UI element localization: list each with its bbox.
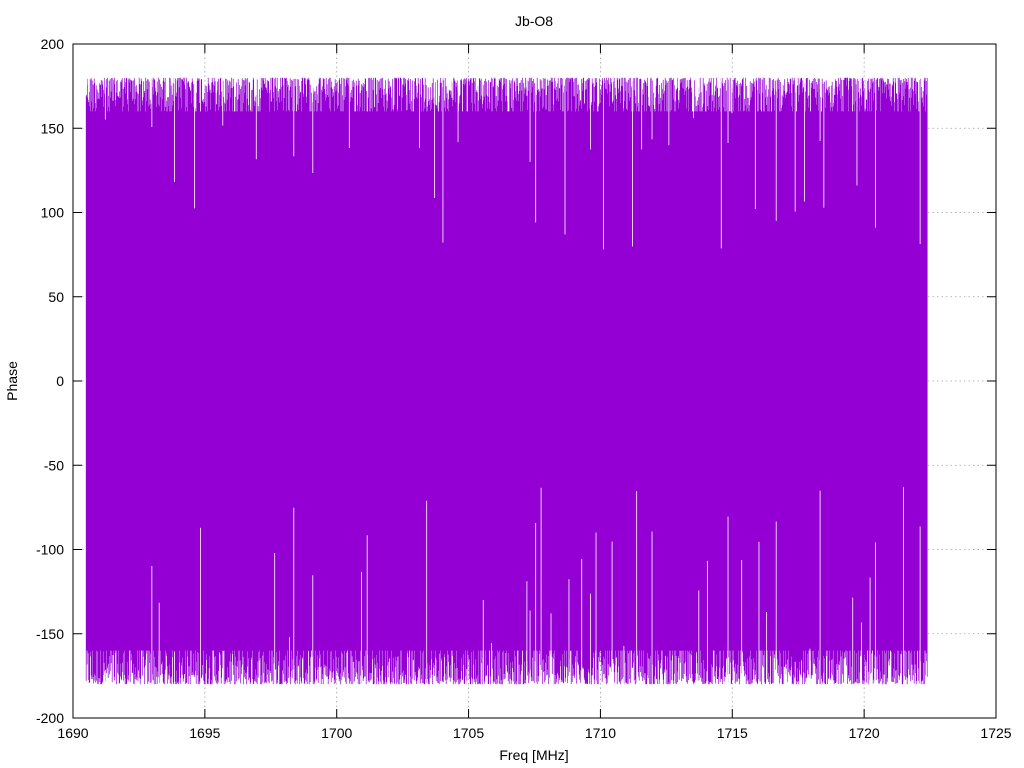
x-tick-label: 1695 [189,725,220,741]
phase-chart: 1690 1695 1700 1705 1710 1715 1720 1725 200 150 10… [4,13,1012,763]
y-axis-label: Phase [4,361,20,401]
y-tick-label: 50 [48,289,64,305]
chart-title: Jb-O8 [515,13,553,29]
x-tick-label: 1705 [453,725,484,741]
y-tick-label: -100 [36,542,64,558]
x-axis-label: Freq [MHz] [499,747,568,763]
y-tick-label: -150 [36,626,64,642]
y-tick-label: -200 [36,710,64,726]
x-tick-label: 1700 [321,725,352,741]
y-tick-label: 200 [41,36,65,52]
x-tick-label: 1710 [585,725,616,741]
y-tick-label: 150 [41,120,65,136]
y-tick-label: 0 [56,373,64,389]
x-tick-label: 1690 [57,725,88,741]
y-tick-label: -50 [44,457,64,473]
phase-trace [85,74,928,688]
phase-trace-strokes [85,77,928,685]
x-tick-label: 1715 [717,725,748,741]
x-tick-label: 1725 [980,725,1011,741]
y-tick-label: 100 [41,205,65,221]
x-tick-label: 1720 [849,725,880,741]
